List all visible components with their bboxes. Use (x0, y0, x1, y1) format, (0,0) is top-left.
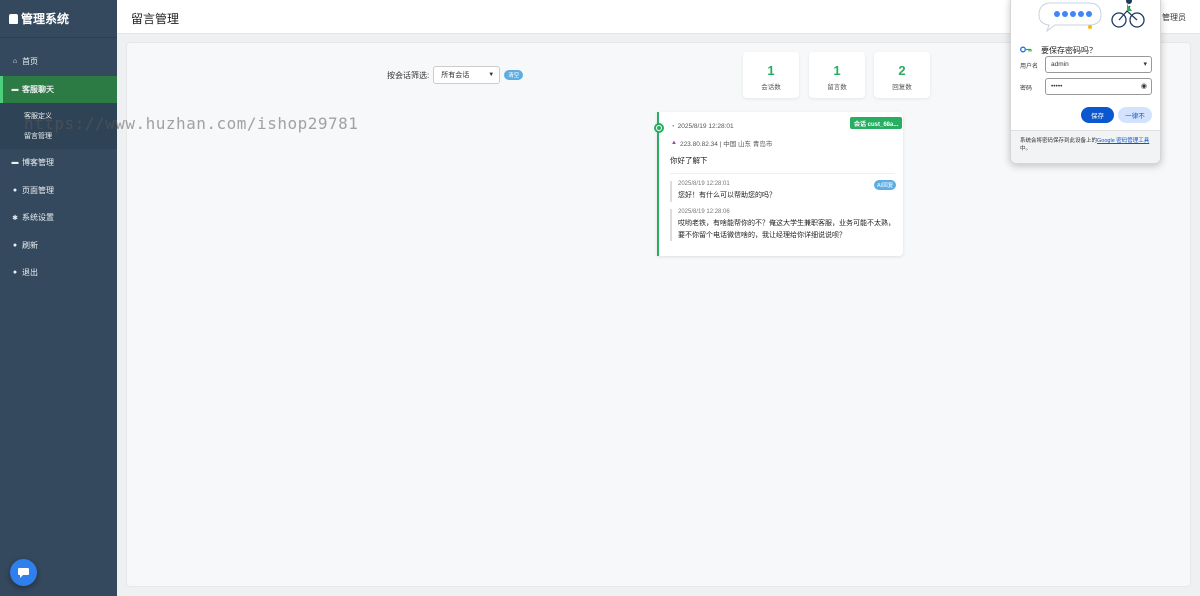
password-manager-link[interactable]: Google 密码管理工具 (1097, 138, 1149, 144)
stat-card-sessions: 1 会话数 (743, 52, 799, 98)
sidebar-item-label: 系统设置 (22, 213, 54, 223)
sidebar-item-settings[interactable]: ✱ 系统设置 (0, 204, 117, 232)
save-password-button[interactable]: 保存 (1081, 107, 1114, 123)
message-meta: ◔ 2025/8/19 12:28:01 (671, 123, 734, 130)
sidebar-item-logout[interactable]: ● 退出 (0, 259, 117, 287)
sidebar-item-label: 退出 (22, 268, 38, 278)
chat-floating-button[interactable] (10, 559, 37, 586)
divider (670, 173, 895, 174)
user-icon: ● (12, 186, 18, 194)
session-badge[interactable]: 会话 cust_68a... (850, 117, 903, 129)
stat-value: 2 (898, 63, 906, 78)
sidebar-item-pages[interactable]: ● 页面管理 (0, 177, 117, 205)
stat-card-replies: 2 回复数 (874, 52, 930, 98)
footer-text: 系统会将密码保存到此设备上的 (1020, 138, 1098, 144)
sidebar-item-label: 博客管理 (22, 158, 54, 168)
chat-bubble-icon (18, 567, 29, 578)
reply-time: 2025/8/19 12:28:06 (678, 209, 730, 215)
never-save-button[interactable]: 一律不 (1118, 107, 1152, 123)
stat-value: 1 (767, 63, 775, 78)
password-value: ••••• (1051, 83, 1063, 90)
message-text: 你好了解下 (670, 156, 708, 165)
stat-label: 会话数 (761, 84, 781, 91)
user-location-icon: ▲ (671, 140, 677, 146)
reply-item: 2025/8/19 12:28:06 哎哟老铁，有啥能帮你的不？俺这大学生兼职客… (670, 209, 895, 241)
sidebar-item-label: 客服聊天 (22, 84, 54, 94)
eye-icon[interactable]: ◉ (1141, 82, 1147, 90)
clock-icon: ◔ (671, 123, 675, 130)
sidebar-item-refresh[interactable]: ● 刷新 (0, 232, 117, 260)
user-label[interactable]: 管理员 (1162, 12, 1186, 23)
stat-label: 留言数 (827, 84, 847, 91)
message-ip-location: 223.80.82.34 | 中国 山东 青岛市 (679, 141, 773, 148)
password-label: 密码 (1020, 86, 1033, 92)
reply-text: 您好！有什么可以帮助您的吗？ (678, 192, 776, 199)
password-field[interactable]: ••••• ◉ (1045, 78, 1152, 95)
session-select[interactable]: 所有会话 ▼ (433, 66, 501, 84)
clear-filter-button[interactable]: 清空 (504, 70, 524, 80)
message-location: ▲ 223.80.82.34 | 中国 山东 青岛市 (671, 138, 772, 148)
sidebar-item-label: 页面管理 (22, 185, 54, 195)
reply-item: 2025/8/19 12:28:01 您好！有什么可以帮助您的吗？ (670, 181, 895, 202)
username-value: admin (1051, 61, 1069, 68)
sidebar-item-label: 首页 (22, 57, 38, 67)
chevron-down-icon: ▼ (488, 72, 495, 78)
popup-footer: 系统会将密码保存到此设备上的Google 密码管理工具中。 (1011, 130, 1160, 163)
filter-label: 按会话筛选: (387, 70, 430, 80)
sidebar-item-blog[interactable]: ▬ 博客管理 (0, 149, 117, 177)
reply-text: 哎哟老铁，有啥能帮你的不？俺这大学生兼职客服，业务可能不太熟，要不你留个电话微信… (678, 220, 895, 239)
key-icon (1020, 46, 1032, 53)
blog-icon: ▬ (11, 159, 19, 167)
watermark: https://www.huzhan.com/ishop29781 (24, 114, 359, 133)
gear-icon: ✱ (12, 214, 18, 222)
refresh-icon: ● (12, 241, 18, 249)
timeline-dot (654, 123, 664, 133)
stat-label: 回复数 (892, 84, 912, 91)
chat-icon: ▬ (11, 85, 19, 93)
save-password-popup: 要保存密码吗？ 用户名 admin ▾ 密码 ••••• ◉ 保存 一律不 系统… (1010, 0, 1161, 164)
sidebar-item-label: 刷新 (22, 240, 38, 250)
sidebar: 管理系统 ⌂ 首页 ▬ 客服聊天 客服定义 留言管理 ▬ 博客管理 ● 页面管理… (0, 0, 117, 596)
brand-logo-icon (9, 13, 18, 24)
username-label: 用户名 (1020, 64, 1039, 70)
message-time: 2025/8/19 12:28:01 (677, 123, 734, 130)
sidebar-item-home[interactable]: ⌂ 首页 (0, 48, 117, 76)
username-field[interactable]: admin ▾ (1045, 56, 1152, 73)
brand: 管理系统 (0, 0, 117, 38)
page-title: 留言管理 (131, 12, 180, 26)
reply-time: 2025/8/19 12:28:01 (678, 181, 730, 187)
home-icon: ⌂ (12, 58, 18, 66)
session-select-value: 所有会话 (441, 72, 470, 79)
session-filter: 按会话筛选: 所有会话 ▼ 清空 (387, 66, 524, 84)
chevron-down-icon[interactable]: ▾ (1143, 60, 1147, 68)
message-card: ◔ 2025/8/19 12:28:01 ▲ 223.80.82.34 | 中国… (657, 112, 903, 256)
stat-card-messages: 1 留言数 (809, 52, 865, 98)
footer-end: 中。 (1020, 146, 1032, 152)
stat-value: 1 (833, 63, 841, 78)
sidebar-item-chat[interactable]: ▬ 客服聊天 (0, 75, 117, 103)
logout-icon: ● (12, 269, 18, 277)
sidebar-nav: ⌂ 首页 ▬ 客服聊天 客服定义 留言管理 ▬ 博客管理 ● 页面管理 ✱ 系统… (0, 48, 117, 287)
password-illustration-icon (1011, 0, 1160, 37)
brand-title: 管理系统 (21, 12, 70, 26)
save-password-question: 要保存密码吗？ (1041, 46, 1097, 55)
